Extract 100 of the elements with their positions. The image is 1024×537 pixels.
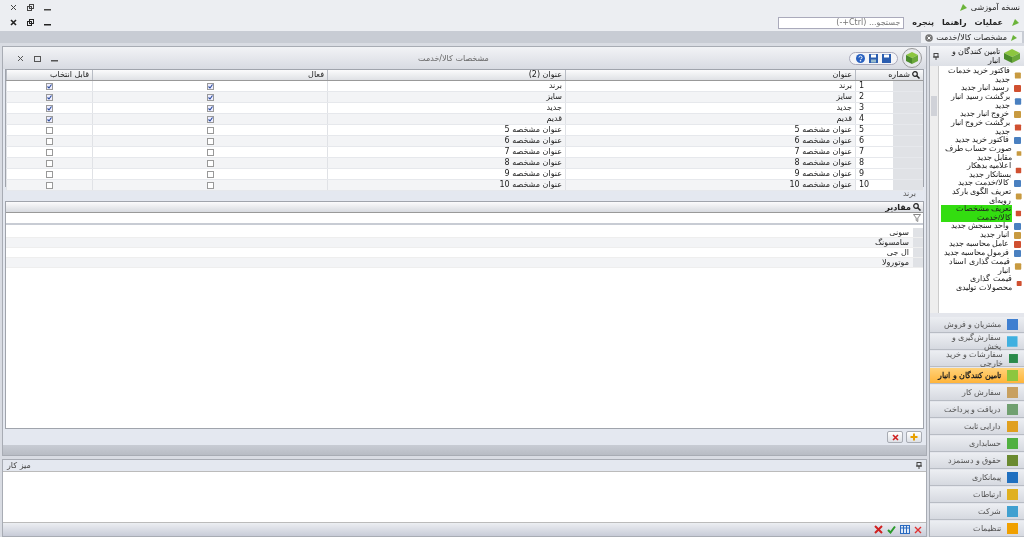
close-icon[interactable] xyxy=(10,3,17,11)
checkbox[interactable] xyxy=(206,170,214,178)
column-header[interactable]: مقادیر xyxy=(885,202,911,212)
grid-icon[interactable] xyxy=(900,525,910,534)
menu-item[interactable]: پنجره xyxy=(912,18,935,27)
table-cell: برند xyxy=(327,81,565,91)
close-icon[interactable] xyxy=(17,54,24,62)
nav-item[interactable]: انبار جدید xyxy=(978,231,1010,240)
checkbox[interactable] xyxy=(46,148,53,156)
table-cell: عنوان مشخصه 8 xyxy=(327,158,565,168)
restore-icon[interactable] xyxy=(34,54,41,62)
delete-icon[interactable] xyxy=(874,525,883,534)
detail-caption: برند xyxy=(902,189,916,198)
category-button[interactable]: حقوق و دستمزد xyxy=(930,453,1024,469)
nav-item[interactable]: تعریف الگوی بارکد رویه‌ای xyxy=(941,188,1012,205)
nav-item[interactable]: اعلامیه بدهکار بستانکار جدید xyxy=(941,162,1012,179)
search-field[interactable]: جستجو... (Ctrl+-) xyxy=(778,16,905,29)
checkbox[interactable] xyxy=(206,93,214,101)
filter-icon[interactable] xyxy=(913,214,921,222)
save-icon[interactable] xyxy=(869,53,878,63)
help-icon[interactable] xyxy=(856,53,865,63)
delete-button[interactable] xyxy=(887,431,903,443)
table-cell: عنوان مشخصه 8 xyxy=(565,158,855,168)
nav-item[interactable]: تعریف مشخصات کالا/خدمت xyxy=(941,205,1013,222)
menu-item[interactable]: عملیات xyxy=(974,18,1003,27)
document-tab[interactable]: مشخصات کالا/خدمت xyxy=(921,32,1022,43)
category-button[interactable]: ارتباطات xyxy=(930,487,1024,503)
category-button[interactable]: سفارش‌گیری و پخش xyxy=(930,334,1024,350)
nav-item[interactable]: قیمت گذاری محصولات تولیدی xyxy=(941,275,1013,292)
column-header[interactable]: شماره xyxy=(855,70,923,80)
table-cell: قدیم xyxy=(327,114,565,124)
category-button[interactable]: پیمانکاری xyxy=(930,470,1024,486)
nav-item[interactable]: برگشت خروج انبار جدید xyxy=(941,119,1011,136)
checkbox[interactable] xyxy=(46,104,53,112)
checkbox[interactable] xyxy=(46,137,53,145)
pin-icon[interactable] xyxy=(916,462,922,469)
nav-item[interactable]: فاکتور خرید جدید xyxy=(953,136,1010,145)
checkbox[interactable] xyxy=(46,82,53,90)
pin-icon[interactable] xyxy=(933,52,939,60)
checkbox[interactable] xyxy=(206,148,214,156)
checkbox[interactable] xyxy=(46,126,53,134)
checkbox[interactable] xyxy=(206,137,214,145)
category-button[interactable]: دریافت و پرداخت xyxy=(930,402,1024,418)
category-button[interactable]: تامین کنندگان و انبار xyxy=(930,368,1024,384)
checkbox[interactable] xyxy=(46,115,53,123)
nav-item[interactable]: فاکتور خرید خدمات جدید xyxy=(941,67,1012,84)
checkbox[interactable] xyxy=(206,181,214,189)
nav-item[interactable]: رسید انبار جدید xyxy=(959,84,1010,93)
category-button[interactable]: حسابداری xyxy=(930,436,1024,452)
save-icon[interactable] xyxy=(882,53,891,63)
column-header[interactable]: قابل انتخاب xyxy=(6,70,92,80)
checkbox[interactable] xyxy=(46,170,53,178)
column-header[interactable]: عنوان xyxy=(565,70,855,80)
nav-item[interactable]: صورت حساب طرف مقابل جدید xyxy=(941,145,1013,162)
checkbox[interactable] xyxy=(46,159,53,167)
category-button[interactable]: سفارش کار xyxy=(930,385,1024,401)
checkbox[interactable] xyxy=(206,104,214,112)
table-cell: 7 xyxy=(855,147,923,157)
nav-item[interactable]: واحد سنجش جدید xyxy=(949,222,1010,231)
nav-item[interactable]: عامل محاسبه جدید xyxy=(947,240,1010,249)
scrollbar[interactable] xyxy=(930,66,939,313)
restore-icon[interactable] xyxy=(27,3,34,11)
table-cell: عنوان مشخصه 9 xyxy=(327,169,565,179)
checkbox[interactable] xyxy=(206,115,214,123)
table-cell: 3 xyxy=(855,103,923,113)
table-cell: 5 xyxy=(855,125,923,135)
nav-item[interactable]: فرمول محاسبه جدید xyxy=(942,249,1010,258)
close-icon[interactable] xyxy=(10,19,17,26)
table-cell: موتورولا xyxy=(881,258,909,267)
nav-item[interactable]: کالا/خدمت جدید xyxy=(956,179,1010,188)
category-button[interactable]: سفارشات و خرید خارجی xyxy=(930,351,1024,367)
nav-item[interactable]: قیمت گذاری اسناد انبار xyxy=(941,258,1011,275)
checkbox[interactable] xyxy=(206,159,214,167)
table-cell: 8 xyxy=(855,158,923,168)
menu-item[interactable]: راهنما xyxy=(942,18,967,27)
restore-icon[interactable] xyxy=(27,19,34,26)
table-cell: عنوان مشخصه 10 xyxy=(327,180,565,190)
delete-icon xyxy=(891,433,899,441)
column-header[interactable]: فعال xyxy=(92,70,327,80)
plus-icon xyxy=(910,433,918,441)
category-button[interactable]: مشتریان و فروش xyxy=(930,317,1024,333)
checkbox[interactable] xyxy=(46,181,53,189)
checkbox[interactable] xyxy=(206,126,214,134)
checkbox[interactable] xyxy=(46,93,53,101)
table-cell: 6 xyxy=(855,136,923,146)
table-cell: برند xyxy=(565,81,855,91)
check-icon[interactable] xyxy=(887,525,896,534)
panel-title: میز کار xyxy=(7,461,31,470)
category-button[interactable]: دارایی ثابت xyxy=(930,419,1024,435)
nav-item[interactable]: برگشت رسید انبار جدید xyxy=(941,93,1011,110)
checkbox[interactable] xyxy=(206,82,214,90)
nav-item[interactable]: خروج انبار جدید xyxy=(958,110,1010,119)
category-button[interactable]: شرکت xyxy=(930,504,1024,520)
search-icon[interactable] xyxy=(912,71,920,79)
leaf-icon xyxy=(1010,33,1018,42)
column-header[interactable]: عنوان (2) xyxy=(327,70,565,80)
search-icon[interactable] xyxy=(913,203,921,211)
table-cell: عنوان مشخصه 5 xyxy=(565,125,855,135)
category-button[interactable]: تنظیمات xyxy=(930,521,1024,537)
table-cell: عنوان مشخصه 7 xyxy=(327,147,565,157)
